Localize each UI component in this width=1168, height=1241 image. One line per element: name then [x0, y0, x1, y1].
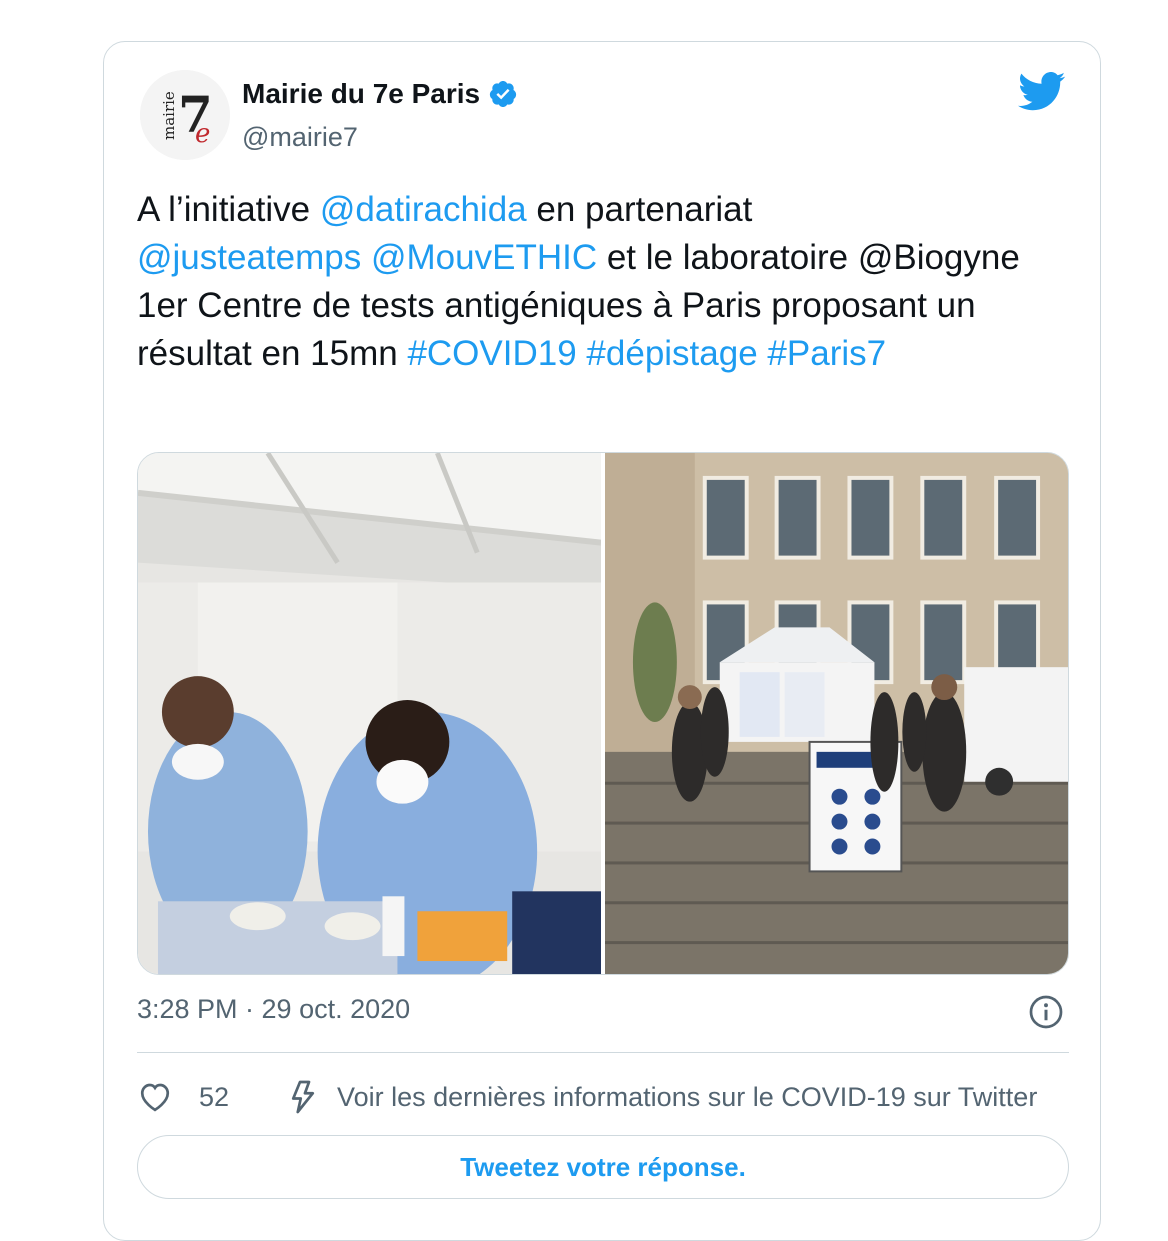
- reply-button[interactable]: Tweetez votre réponse.: [137, 1135, 1069, 1199]
- text-segment: A l’initiative: [137, 190, 320, 229]
- courtyard-testing-photo[interactable]: [605, 453, 1068, 974]
- heart-icon[interactable]: [137, 1079, 173, 1115]
- account-handle[interactable]: @mairie7: [242, 122, 358, 153]
- hashtag-link[interactable]: #COVID19: [407, 334, 576, 373]
- hashtag-link[interactable]: #dépistage: [586, 334, 757, 373]
- profile-avatar[interactable]: mairie 7 e: [140, 70, 230, 160]
- text-segment: en partenariat: [526, 190, 753, 229]
- tweet-timestamp[interactable]: 3:28 PM · 29 oct. 2020: [137, 994, 410, 1025]
- verified-badge-icon: [488, 79, 518, 109]
- tweet-text: A l’initiative @datirachida en partenari…: [137, 186, 1037, 378]
- text-segment: [361, 238, 371, 277]
- avatar-text-small: mairie: [160, 91, 178, 140]
- mairie7-logo: mairie 7 e: [140, 70, 230, 160]
- hashtag-link[interactable]: #Paris7: [767, 334, 886, 373]
- media-grid: [137, 452, 1069, 975]
- covid-info-link[interactable]: Voir les dernières informations sur le C…: [337, 1082, 1037, 1113]
- avatar-text-e: e: [195, 119, 210, 149]
- action-bar: 52 Voir les dernières informations sur l…: [137, 1077, 1069, 1117]
- twitter-bird-icon[interactable]: [1018, 72, 1066, 112]
- mention-link[interactable]: @datirachida: [320, 190, 527, 229]
- tent-testing-photo[interactable]: [138, 453, 601, 974]
- lightning-bolt-icon: [285, 1079, 321, 1115]
- tweet-card: mairie 7 e Mairie du 7e Paris @mairie7 A…: [103, 41, 1101, 1241]
- info-icon[interactable]: [1028, 994, 1064, 1030]
- mention-link[interactable]: @MouvETHIC: [371, 238, 597, 277]
- divider: [137, 1052, 1069, 1053]
- display-name[interactable]: Mairie du 7e Paris: [242, 78, 480, 110]
- text-segment: [758, 334, 768, 373]
- text-segment: [577, 334, 587, 373]
- like-count[interactable]: 52: [199, 1082, 229, 1113]
- name-row: Mairie du 7e Paris: [242, 78, 518, 110]
- mention-link[interactable]: @justeatemps: [137, 238, 361, 277]
